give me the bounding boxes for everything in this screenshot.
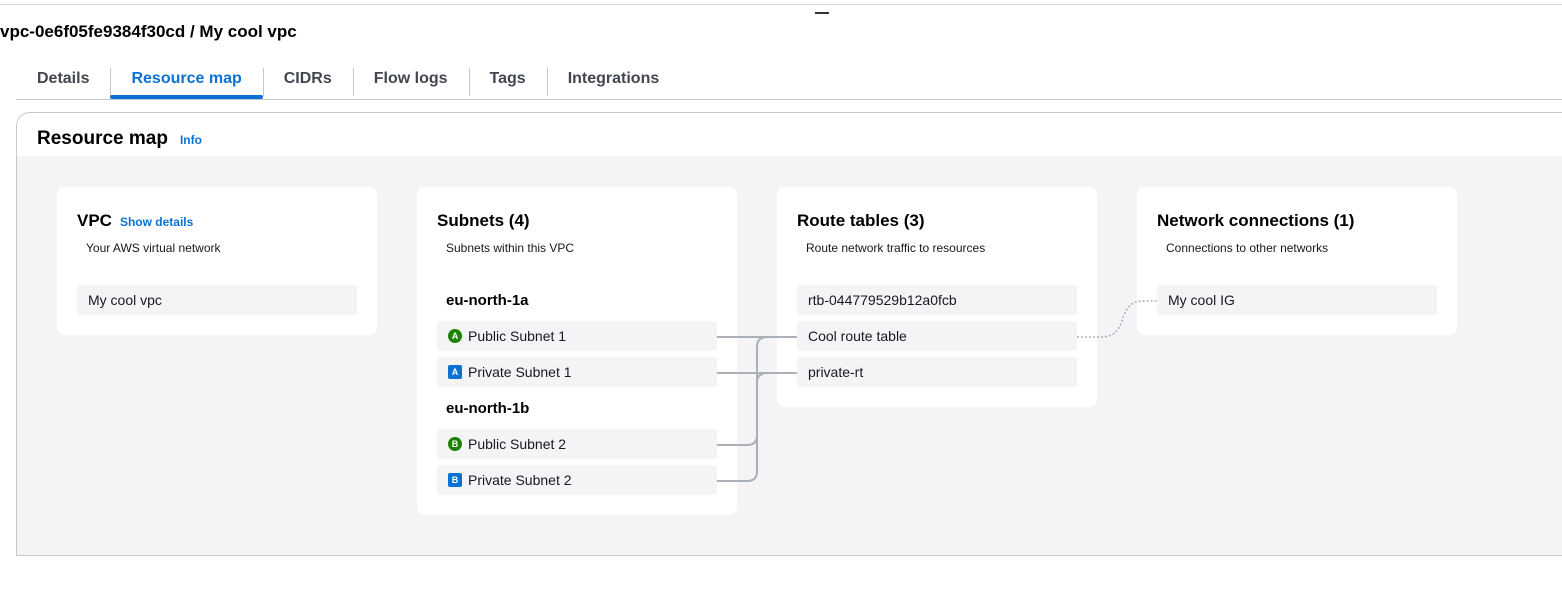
tab-flow-logs[interactable]: Flow logs bbox=[352, 64, 469, 98]
subnets-subtitle: Subnets within this VPC bbox=[446, 241, 575, 255]
subnet-label: Public Subnet 1 bbox=[468, 328, 567, 344]
tab-details[interactable]: Details bbox=[16, 64, 110, 98]
tab-bar: Details Resource map CIDRs Flow logs Tag… bbox=[16, 64, 1562, 100]
subnets-card: Subnets (4) Subnets within this VPC eu-n… bbox=[417, 187, 737, 515]
route-table-item[interactable]: rtb-044779529b12a0fcb bbox=[797, 285, 1077, 315]
private-subnet-icon: A bbox=[448, 365, 462, 379]
route-table-label: private-rt bbox=[808, 364, 864, 380]
route-tables-card: Route tables (3) Route network traffic t… bbox=[777, 187, 1097, 407]
vpc-title: VPC bbox=[77, 211, 112, 230]
drag-handle[interactable] bbox=[815, 12, 829, 14]
vpc-card: VPC Show details Your AWS virtual network… bbox=[57, 187, 377, 335]
route-table-item[interactable]: private-rt bbox=[797, 357, 1077, 387]
network-label: My cool IG bbox=[1168, 292, 1235, 308]
subnet-label: Private Subnet 2 bbox=[468, 472, 572, 488]
network-title: Network connections (1) bbox=[1157, 211, 1355, 230]
route-table-label: rtb-044779529b12a0fcb bbox=[808, 292, 957, 308]
network-subtitle: Connections to other networks bbox=[1166, 241, 1329, 255]
subnet-item[interactable]: A Private Subnet 1 bbox=[437, 357, 717, 387]
public-subnet-icon: B bbox=[448, 437, 462, 451]
private-subnet-icon: B bbox=[448, 473, 462, 487]
subnet-item[interactable]: B Public Subnet 2 bbox=[437, 429, 717, 459]
route-tables-title: Route tables (3) bbox=[797, 211, 925, 230]
subnet-item[interactable]: A Public Subnet 1 bbox=[437, 321, 717, 351]
subnet-item[interactable]: B Private Subnet 2 bbox=[437, 465, 717, 495]
tab-cidrs[interactable]: CIDRs bbox=[262, 64, 353, 98]
vpc-item[interactable]: My cool vpc bbox=[77, 285, 357, 315]
resource-map-panel: Resource map Info VPC Show details Your A… bbox=[16, 112, 1562, 556]
route-table-item[interactable]: Cool route table bbox=[797, 321, 1077, 351]
tab-tags[interactable]: Tags bbox=[468, 64, 547, 98]
tab-integrations[interactable]: Integrations bbox=[546, 64, 681, 98]
panel-title: Resource map bbox=[37, 128, 168, 149]
network-item[interactable]: My cool IG bbox=[1157, 285, 1437, 315]
az-heading: eu-north-1b bbox=[446, 400, 530, 417]
subnets-title: Subnets (4) bbox=[437, 211, 530, 230]
route-tables-subtitle: Route network traffic to resources bbox=[806, 241, 986, 255]
tab-resource-map[interactable]: Resource map bbox=[110, 64, 264, 99]
vpc-subtitle: Your AWS virtual network bbox=[86, 241, 221, 255]
route-table-label: Cool route table bbox=[808, 328, 907, 344]
page-title: vpc-0e6f05fe9384f30cd / My cool vpc bbox=[0, 22, 297, 41]
show-details-link[interactable]: Show details bbox=[120, 215, 193, 229]
az-heading: eu-north-1a bbox=[446, 292, 529, 309]
public-subnet-icon: A bbox=[448, 329, 462, 343]
vpc-item-label: My cool vpc bbox=[88, 292, 162, 308]
top-border bbox=[0, 4, 1562, 5]
map-canvas: VPC Show details Your AWS virtual network… bbox=[17, 156, 1562, 555]
network-connections-card: Network connections (1) Connections to o… bbox=[1137, 187, 1457, 335]
subnet-label: Public Subnet 2 bbox=[468, 436, 567, 452]
info-link[interactable]: Info bbox=[180, 133, 202, 147]
subnet-label: Private Subnet 1 bbox=[468, 364, 572, 380]
